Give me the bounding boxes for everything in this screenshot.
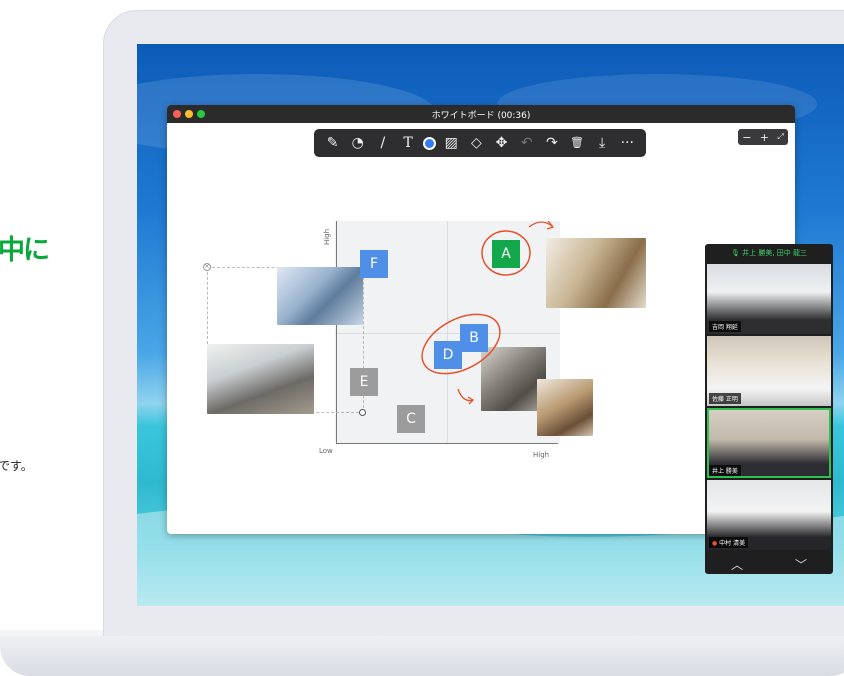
scroll-up-icon[interactable]: ︿ [731,556,743,573]
speaking-indicator: 🎙 井上 勝美, 田中 龍三 [730,249,808,257]
participant-name: 井上 勝美 [709,465,741,476]
video-panel: 🎙 井上 勝美, 田中 龍三 吉岡 翔延 佐藤 正明 井上 勝美 ● 中村 清美… [705,244,833,574]
video-tile[interactable]: ● 中村 清美 [707,480,831,550]
laptop-base [0,636,844,676]
annotation-strokes [421,220,555,405]
microphone-icon: 🎙 [730,249,743,257]
body-text-fragment: です。 [0,459,33,473]
participant-name: 佐藤 正明 [709,393,741,404]
whiteboard-window: ホワイトボード (00:36) ✎ ◔ / T ▨ ◇ ✥ ↶ ↷ 🗑 ⤓ ··… [167,105,795,534]
participant-name: ● 中村 清美 [709,537,749,548]
participant-name: 吉岡 翔延 [709,321,741,332]
video-tile[interactable]: 吉岡 翔延 [707,264,831,334]
video-tile-active-speaker[interactable]: 井上 勝美 [707,408,831,478]
headline-fragment: 中に [0,235,50,266]
scroll-down-icon[interactable]: ﹀ [795,556,807,573]
video-panel-nav: ︿ ﹀ [705,556,833,573]
video-tile[interactable]: 佐藤 正明 [707,336,831,406]
